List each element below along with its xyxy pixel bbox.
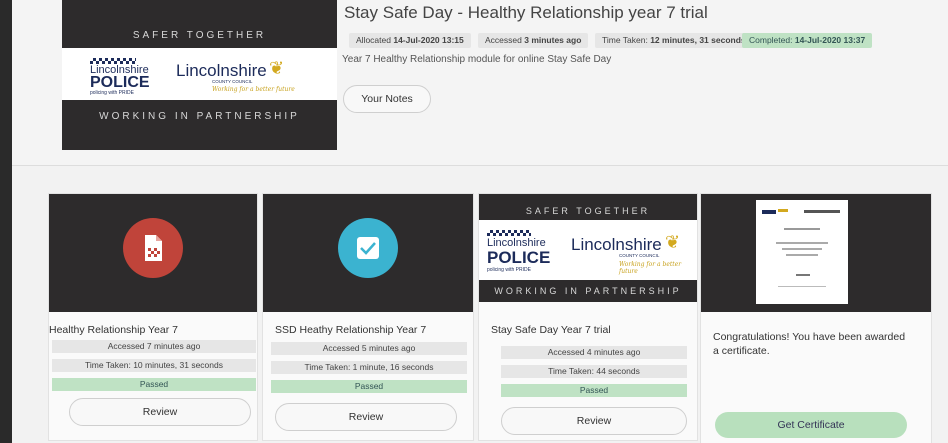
card-title: Healthy Relationship Year 7 — [49, 324, 179, 336]
logo-council-sub: COUNTY COUNCIL — [619, 253, 660, 258]
time-taken-bar: Time Taken: 1 minute, 16 seconds — [271, 361, 467, 374]
activity-card[interactable]: SAFER TOGETHER Lincolnshire POLICE polic… — [478, 193, 698, 441]
logo-council-tag: Working for a better future — [212, 86, 295, 93]
page: SAFER TOGETHER Lincolnshire POLICE polic… — [12, 0, 948, 443]
module-logo: SAFER TOGETHER Lincolnshire POLICE polic… — [62, 0, 337, 150]
time-taken-bar: Time Taken: 10 minutes, 31 seconds — [52, 359, 256, 372]
logo-top-text: SAFER TOGETHER — [525, 206, 651, 216]
logo-police-name: POLICE — [90, 74, 150, 91]
module-description: Year 7 Healthy Relationship module for o… — [342, 54, 612, 65]
allocated-chip: Allocated 14-Jul-2020 13:15 — [349, 33, 471, 48]
card-thumbnail: SAFER TOGETHER Lincolnshire POLICE polic… — [479, 194, 697, 302]
activity-card[interactable]: Healthy Relationship Year 7 Accessed 7 m… — [48, 193, 258, 441]
status-badge: Passed — [52, 378, 256, 391]
screen-bezel — [0, 0, 12, 443]
accessed-bar: Accessed 7 minutes ago — [52, 340, 256, 353]
completed-chip: Completed: 14-Jul-2020 13:37 — [742, 33, 873, 48]
activity-card[interactable]: SSD Heathy Relationship Year 7 Accessed … — [262, 193, 474, 441]
time-taken-chip: Time Taken: 12 minutes, 31 seconds — [595, 33, 753, 48]
logo-council-sub: COUNTY COUNCIL — [212, 79, 253, 84]
logo-council-name: Lincolnshire — [176, 61, 267, 80]
card-thumbnail — [49, 194, 257, 312]
logo-bottom-text: WORKING IN PARTNERSHIP — [99, 111, 300, 122]
logo-bottom-text: WORKING IN PARTNERSHIP — [494, 286, 682, 296]
get-certificate-button[interactable]: Get Certificate — [715, 412, 907, 438]
accessed-chip: Accessed 3 minutes ago — [478, 33, 589, 48]
time-taken-bar: Time Taken: 44 seconds — [501, 365, 687, 378]
certificate-card[interactable]: Congratulations! You have been awarded a… — [700, 193, 932, 443]
document-icon — [123, 218, 183, 278]
status-badge: Passed — [501, 384, 687, 397]
logo-council-name: Lincolnshire — [571, 235, 662, 254]
card-thumbnail — [263, 194, 473, 312]
logo-council-tag: Working for a better future — [619, 261, 682, 275]
accessed-bar: Accessed 4 minutes ago — [501, 346, 687, 359]
status-badge: Passed — [271, 380, 467, 393]
review-button[interactable]: Review — [69, 398, 251, 426]
card-title: SSD Heathy Relationship Year 7 — [275, 324, 427, 336]
review-button[interactable]: Review — [275, 403, 457, 431]
wheat-icon: ❦ — [269, 58, 285, 78]
checkbox-icon — [338, 218, 398, 278]
card-title: Stay Safe Day Year 7 trial — [491, 324, 611, 336]
logo-top-text: SAFER TOGETHER — [132, 30, 267, 41]
logo-police-name: POLICE — [487, 248, 551, 267]
module-title: Stay Safe Day - Healthy Relationship yea… — [344, 3, 708, 22]
card-thumbnail — [701, 194, 931, 312]
module-header: SAFER TOGETHER Lincolnshire POLICE polic… — [12, 0, 948, 166]
accessed-bar: Accessed 5 minutes ago — [271, 342, 467, 355]
logo-police-tagline: policing with PRIDE — [487, 267, 531, 273]
certificate-preview — [756, 200, 848, 304]
wheat-icon: ❦ — [665, 232, 681, 252]
logo-police-tagline: policing with PRIDE — [90, 90, 134, 96]
certificate-message: Congratulations! You have been awarded a… — [713, 331, 906, 357]
review-button[interactable]: Review — [501, 407, 687, 435]
your-notes-button[interactable]: Your Notes — [343, 85, 431, 113]
